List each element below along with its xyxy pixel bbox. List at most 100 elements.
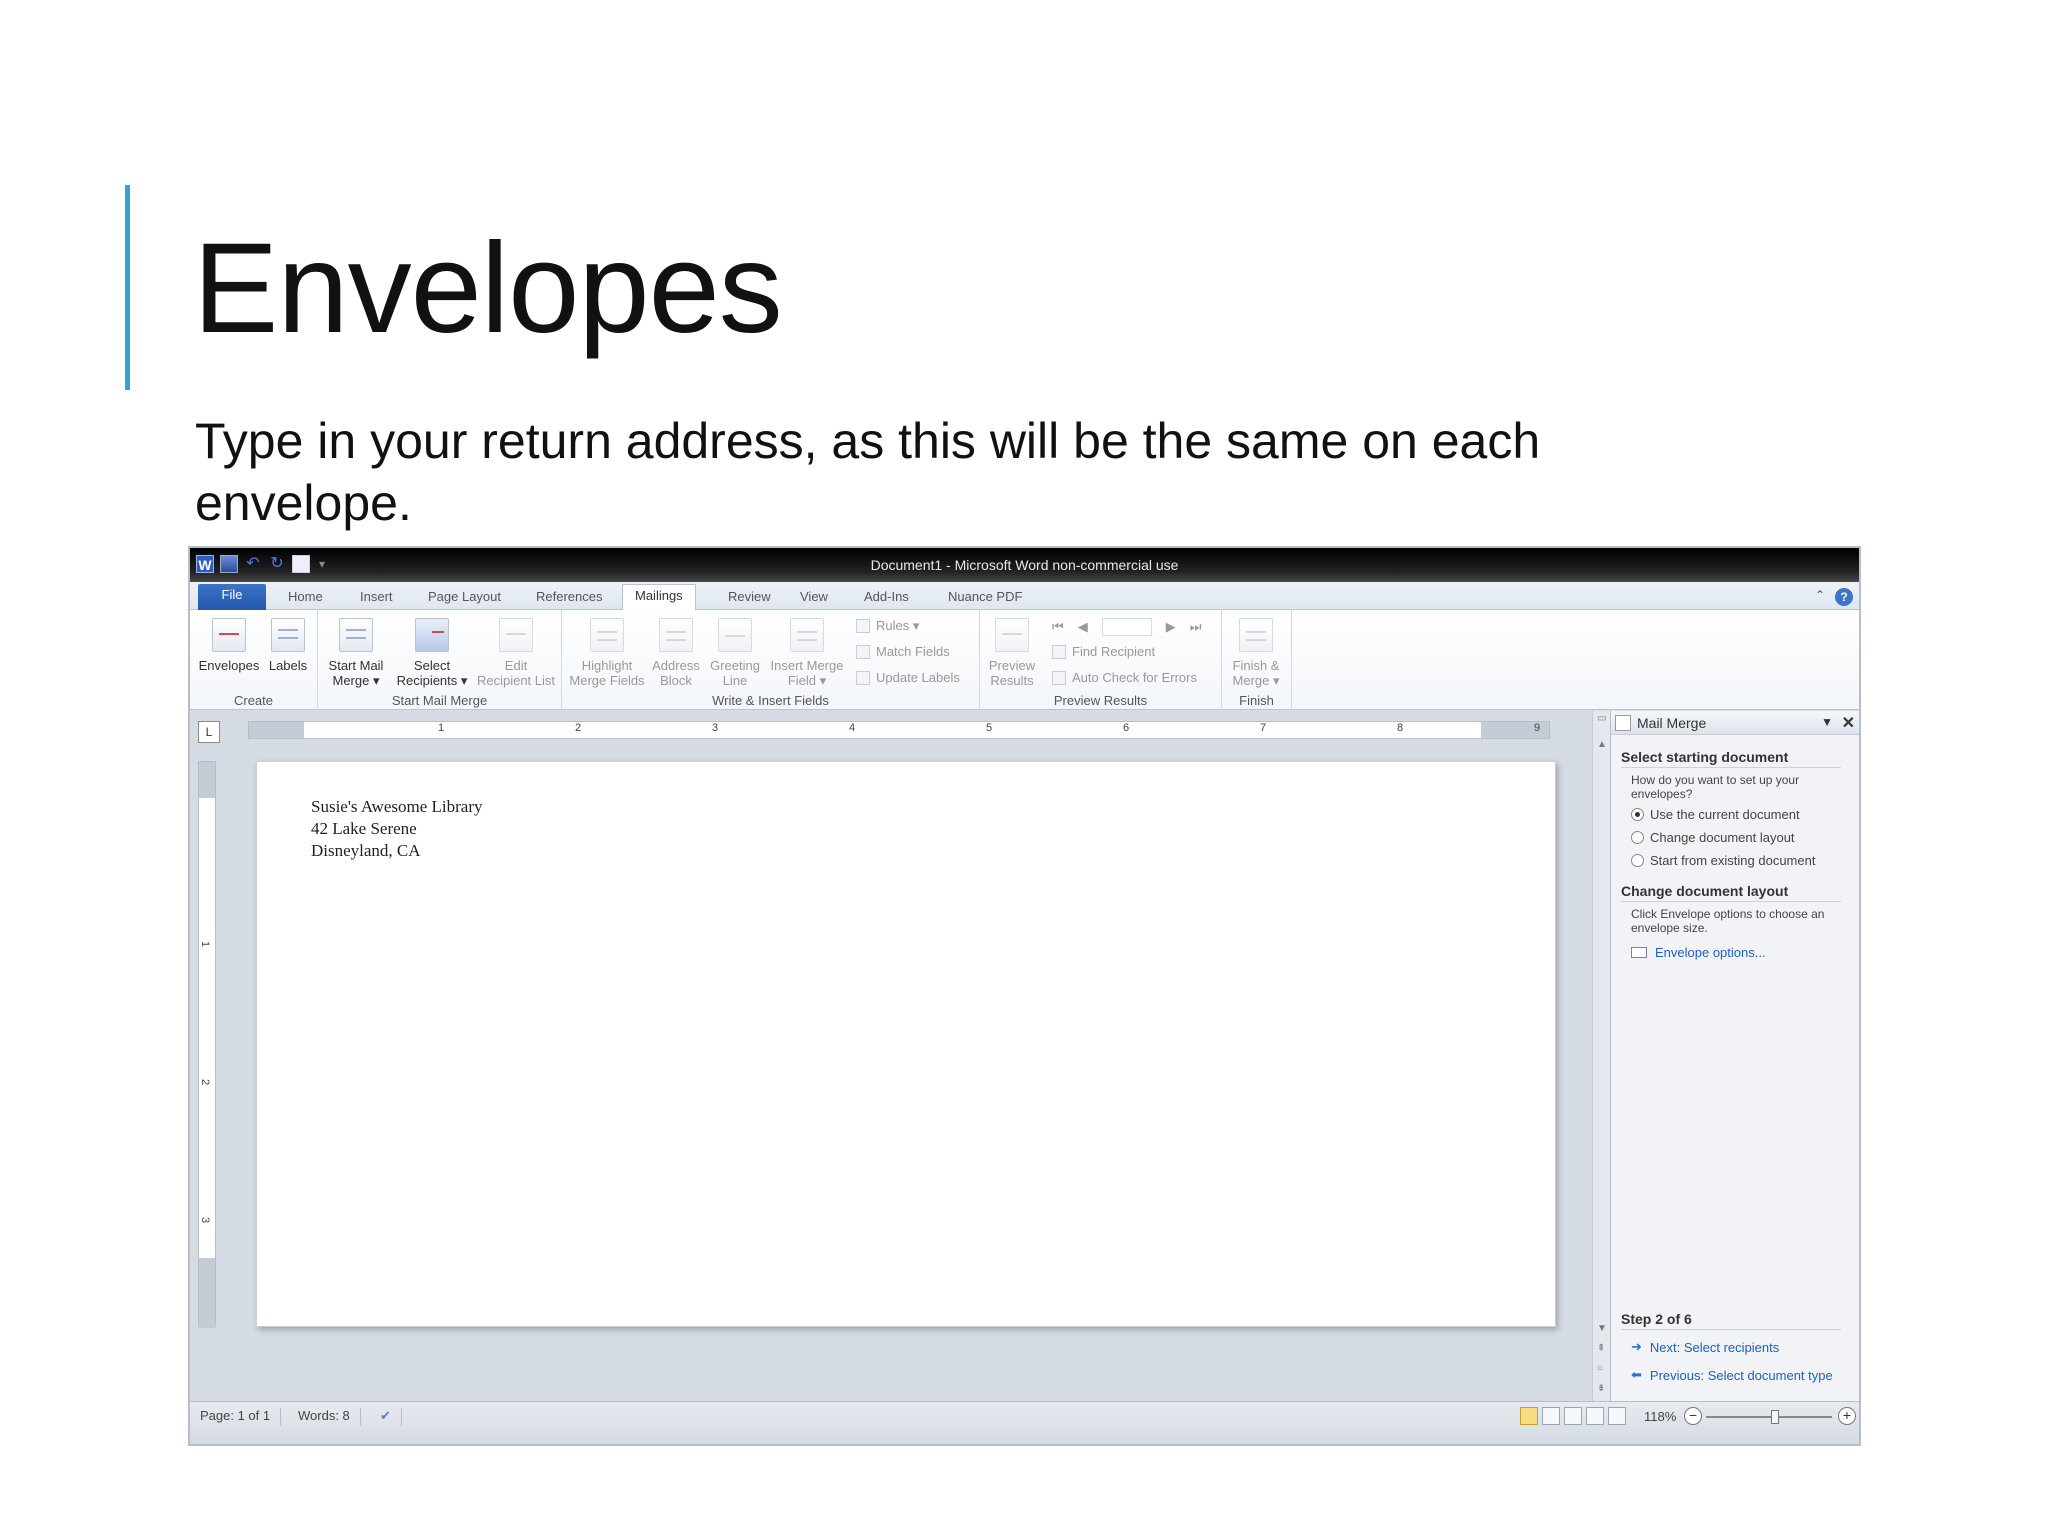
scroll-up-icon[interactable]: ▲ [1597, 739, 1607, 750]
task-pane-menu-icon[interactable]: ▼ [1821, 715, 1833, 729]
previous-step-link[interactable]: ⬅ Previous: Select document type [1631, 1367, 1833, 1383]
full-screen-reading-icon[interactable] [1542, 1407, 1560, 1425]
labels-button[interactable]: Labels [264, 618, 312, 673]
return-address-line: 42 Lake Serene [311, 819, 417, 838]
envelope-page[interactable]: Susie's Awesome Library 42 Lake Serene D… [256, 761, 1556, 1327]
tab-file[interactable]: File [198, 584, 266, 610]
last-record-icon[interactable]: ⏭ [1190, 619, 1202, 635]
zoom-slider[interactable] [1706, 1410, 1832, 1424]
zoom-in-icon[interactable]: + [1838, 1407, 1856, 1425]
ruler-tick: 1 [438, 722, 445, 734]
find-recipient-button[interactable]: Find Recipient [1052, 644, 1155, 659]
address-block-label-2: Block [660, 673, 692, 688]
tab-mailings[interactable]: Mailings [622, 584, 696, 610]
tab-home[interactable]: Home [276, 586, 335, 610]
ruler-left-margin [249, 722, 304, 738]
close-icon[interactable]: ✕ [1842, 713, 1855, 733]
auto-check-label: Auto Check for Errors [1072, 670, 1197, 685]
finish-merge-label-1: Finish & [1232, 658, 1280, 673]
greeting-line-button[interactable]: Greeting Line [706, 618, 764, 688]
update-labels-button[interactable]: Update Labels [856, 670, 960, 685]
view-ruler-icon[interactable]: ▭ [1597, 713, 1606, 724]
preview-results-button[interactable]: Preview Results [984, 618, 1040, 688]
start-mail-merge-button[interactable]: Start Mail Merge ▾ [322, 618, 390, 688]
tab-review[interactable]: Review [716, 586, 783, 610]
match-fields-label: Match Fields [876, 644, 950, 659]
finish-merge-icon [1239, 618, 1273, 652]
horizontal-ruler[interactable]: 1 2 3 4 5 6 7 8 9 [248, 721, 1550, 739]
radio-use-current-document[interactable]: Use the current document [1631, 807, 1800, 822]
tab-view[interactable]: View [788, 586, 840, 610]
vertical-scrollbar[interactable]: ▭ ▲ ▼ ⇞ ○ ⇟ [1592, 711, 1610, 1401]
ruler-tick: 1 [199, 940, 212, 948]
page-count[interactable]: Page: 1 of 1 [200, 1408, 282, 1426]
greeting-line-icon [718, 618, 752, 652]
task-pane-title: Mail Merge [1637, 715, 1707, 731]
collapse-ribbon-icon[interactable]: ⌃ [1815, 588, 1825, 602]
word-count[interactable]: Words: 8 [298, 1408, 361, 1426]
ruler-tick: 5 [986, 722, 993, 734]
envelope-options-link[interactable]: Envelope options... [1631, 945, 1766, 960]
task-pane-icon [1615, 715, 1631, 731]
wizard-step: Step 2 of 6 [1621, 1311, 1841, 1330]
highlight-icon [590, 618, 624, 652]
insert-merge-field-button[interactable]: Insert Merge Field ▾ [766, 618, 848, 688]
address-block-icon [659, 618, 693, 652]
previous-record-icon[interactable]: ◀ [1078, 619, 1088, 635]
edit-recipient-list-button[interactable]: Edit Recipient List [474, 618, 558, 688]
select-recipients-button[interactable]: Select Recipients ▾ [392, 618, 472, 688]
tab-nuance-pdf[interactable]: Nuance PDF [936, 586, 1034, 610]
zoom-slider-thumb[interactable] [1771, 1410, 1780, 1424]
next-page-icon[interactable]: ⇟ [1597, 1383, 1605, 1394]
group-label-create: Create [233, 693, 274, 708]
ribbon-group-preview-results: Preview Results ⏮ ◀ ▶ ⏭ Find Recipient A… [980, 610, 1222, 710]
rules-button[interactable]: Rules ▾ [856, 618, 919, 634]
mail-merge-task-pane: Mail Merge ▼ ✕ Select starting document … [1610, 711, 1859, 1401]
ruler-tick: 2 [199, 1078, 212, 1086]
radio-start-from-existing-document[interactable]: Start from existing document [1631, 853, 1815, 868]
next-record-icon[interactable]: ▶ [1166, 619, 1176, 635]
scroll-down-icon[interactable]: ▼ [1597, 1323, 1607, 1334]
update-labels-icon [856, 670, 870, 685]
finish-merge-button[interactable]: Finish & Merge ▾ [1226, 618, 1286, 688]
next-step-link[interactable]: ➜ Next: Select recipients [1631, 1339, 1779, 1355]
title-bar: W ↶ ↻ ▾ Document1 - Microsoft Word non-c… [190, 548, 1859, 582]
update-labels-label: Update Labels [876, 670, 960, 685]
envelope-options-label: Envelope options... [1655, 945, 1766, 960]
tab-add-ins[interactable]: Add-Ins [852, 586, 921, 610]
browse-object-icon[interactable]: ○ [1597, 1363, 1603, 1374]
highlight-label-1: Highlight [581, 658, 633, 673]
ruler-tick: 8 [1397, 722, 1404, 734]
print-layout-icon[interactable] [1520, 1407, 1538, 1425]
tab-references[interactable]: References [524, 586, 614, 610]
zoom-level[interactable]: 118% [1644, 1409, 1676, 1424]
help-icon[interactable]: ? [1835, 588, 1853, 606]
tab-page-layout[interactable]: Page Layout [416, 586, 513, 610]
tab-insert[interactable]: Insert [348, 586, 405, 610]
ribbon-group-start-mail-merge: Start Mail Merge ▾ Select Recipients ▾ E… [318, 610, 562, 710]
address-block-button[interactable]: Address Block [648, 618, 704, 688]
labels-icon [271, 618, 305, 652]
return-address[interactable]: Susie's Awesome Library 42 Lake Serene D… [311, 796, 482, 862]
highlight-merge-fields-button[interactable]: Highlight Merge Fields [566, 618, 648, 688]
vertical-ruler[interactable]: 1 2 3 [198, 761, 216, 1328]
match-fields-button[interactable]: Match Fields [856, 644, 950, 659]
previous-page-icon[interactable]: ⇞ [1597, 1343, 1605, 1354]
proofing-icon[interactable]: ✔ [380, 1408, 402, 1426]
tab-selector[interactable]: L [198, 721, 220, 743]
envelopes-button[interactable]: Envelopes [196, 618, 262, 673]
record-number-field[interactable] [1101, 618, 1152, 636]
web-layout-icon[interactable] [1564, 1407, 1582, 1425]
outline-icon[interactable] [1586, 1407, 1604, 1425]
mailings-ribbon: Envelopes Labels Create Start Mail Merge… [190, 610, 1859, 710]
task-pane-header: Mail Merge ▼ ✕ [1611, 711, 1859, 735]
first-record-icon[interactable]: ⏮ [1052, 619, 1064, 635]
zoom-out-icon[interactable]: − [1684, 1407, 1702, 1425]
radio-change-document-layout[interactable]: Change document layout [1631, 830, 1795, 845]
select-recipients-label-1: Select [413, 658, 451, 673]
auto-check-errors-button[interactable]: Auto Check for Errors [1052, 670, 1197, 685]
ribbon-group-finish: Finish & Merge ▾ Finish [1222, 610, 1292, 710]
insert-merge-field-label-2: Field ▾ [787, 673, 827, 688]
draft-icon[interactable] [1608, 1407, 1626, 1425]
greeting-line-label-2: Line [722, 673, 748, 688]
